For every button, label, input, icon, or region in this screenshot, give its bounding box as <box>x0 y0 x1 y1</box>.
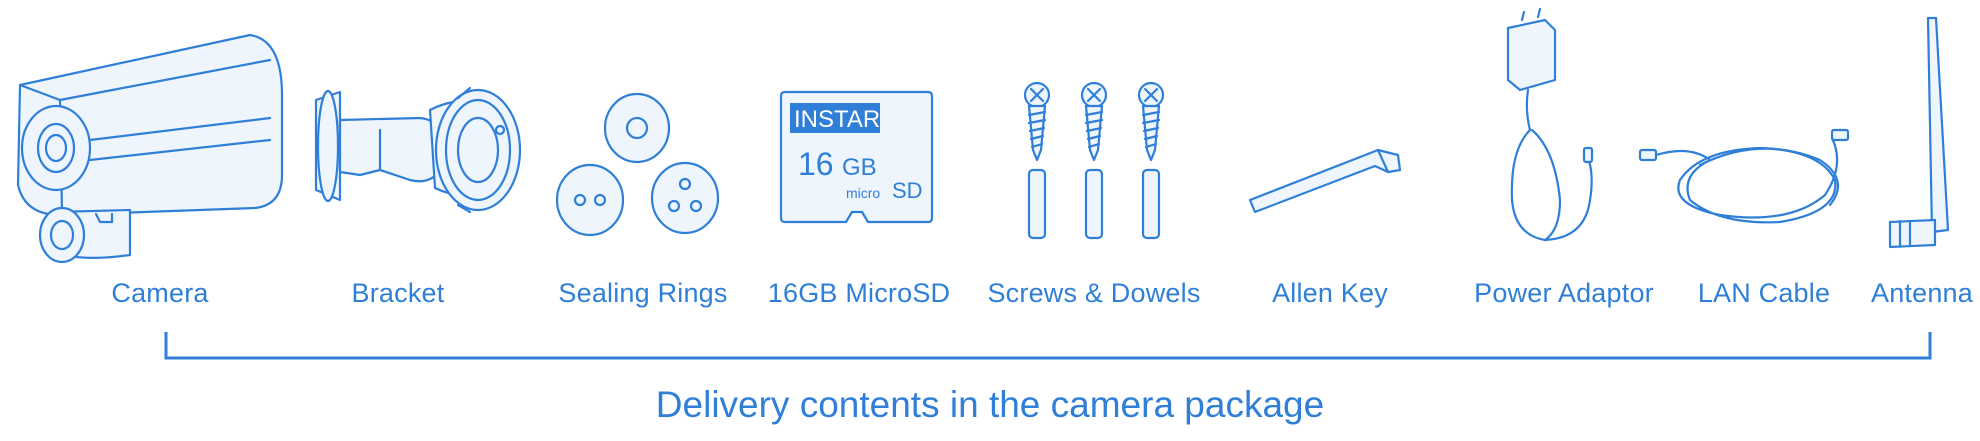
illustrations: INSTAR 16 GB micro SD <box>16 7 1950 360</box>
sd-type-big: SD <box>892 178 923 203</box>
label-screws-dowels: Screws & Dowels <box>987 278 1201 308</box>
sd-type-small: micro <box>846 185 880 201</box>
bracket-icon <box>314 86 522 214</box>
microsd-card-icon: INSTAR 16 GB micro SD <box>779 90 934 224</box>
sealing-rings-icon <box>555 92 720 237</box>
sd-capacity-number: 16 <box>798 146 834 182</box>
screws-and-dowels-icon <box>1023 81 1165 240</box>
grouping-bracket <box>164 332 1932 360</box>
delivery-contents-diagram: INSTAR 16 GB micro SD Camera Bracket Sea… <box>0 0 1980 441</box>
caption: Delivery contents in the camera package <box>655 384 1325 425</box>
label-sealing-rings: Sealing Rings <box>558 278 728 308</box>
antenna-icon <box>1888 16 1950 249</box>
power-adaptor-icon <box>1506 7 1594 242</box>
camera-icon <box>16 33 284 264</box>
sd-brand: INSTAR <box>794 106 880 133</box>
label-bracket: Bracket <box>351 278 445 308</box>
label-lan-cable: LAN Cable <box>1697 278 1831 308</box>
label-antenna: Antenna <box>1871 278 1973 308</box>
allen-key-icon <box>1248 148 1402 214</box>
label-camera: Camera <box>111 278 209 308</box>
label-microsd: 16GB MicroSD <box>767 278 951 308</box>
lan-cable-icon <box>1638 128 1850 224</box>
label-allen-key: Allen Key <box>1272 278 1388 308</box>
sd-capacity-unit: GB <box>842 154 877 181</box>
label-power-adaptor: Power Adaptor <box>1474 278 1654 308</box>
